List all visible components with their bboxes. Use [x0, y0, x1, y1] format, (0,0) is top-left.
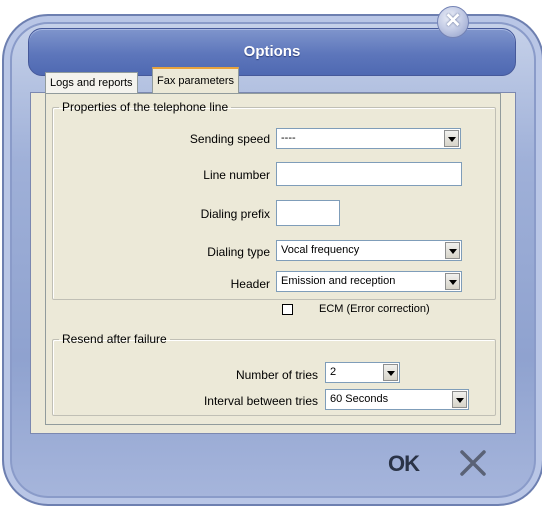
- dialing-type-label: Dialing type: [207, 245, 270, 259]
- interval-value: 60 Seconds: [330, 393, 389, 405]
- close-icon: ✕: [444, 10, 462, 32]
- interval-select[interactable]: 60 Seconds: [325, 389, 469, 410]
- tab-fax-parameters[interactable]: Fax parameters: [152, 67, 240, 93]
- dialing-type-select[interactable]: Vocal frequency: [276, 240, 462, 261]
- number-of-tries-value: 2: [330, 366, 337, 378]
- cancel-button[interactable]: [458, 448, 488, 478]
- ecm-label: ECM (Error correction): [319, 303, 430, 315]
- header-select[interactable]: Emission and reception: [276, 271, 462, 292]
- sending-speed-select[interactable]: ----: [276, 128, 461, 149]
- dialing-prefix-label: Dialing prefix: [200, 207, 270, 221]
- chevron-down-icon[interactable]: [444, 130, 459, 147]
- number-of-tries-select[interactable]: 2: [325, 362, 400, 383]
- dialing-type-value: Vocal frequency: [281, 244, 360, 256]
- sending-speed-value: ----: [281, 132, 296, 144]
- number-of-tries-label: Number of tries: [235, 368, 318, 382]
- options-panel: Logs and reports Fax parameters Properti…: [30, 67, 516, 434]
- title-bar: Options: [28, 28, 516, 76]
- close-x-icon: [460, 450, 486, 476]
- close-window-button[interactable]: ✕: [437, 6, 469, 38]
- line-number-input[interactable]: [276, 162, 462, 186]
- line-number-label: Line number: [203, 168, 270, 182]
- header-label: Header: [230, 277, 270, 291]
- chevron-down-icon[interactable]: [383, 364, 398, 381]
- ecm-checkbox[interactable]: [282, 304, 293, 315]
- chevron-down-icon[interactable]: [452, 391, 467, 408]
- chevron-down-icon[interactable]: [445, 242, 460, 259]
- resend-legend: Resend after failure: [62, 332, 167, 346]
- dialing-prefix-input[interactable]: [276, 200, 340, 226]
- chevron-down-icon[interactable]: [445, 273, 460, 290]
- ok-button[interactable]: OK: [388, 452, 420, 476]
- telephone-line-legend: Properties of the telephone line: [62, 100, 229, 114]
- header-value: Emission and reception: [281, 275, 396, 287]
- interval-label: Interval between tries: [203, 394, 318, 408]
- window-title: Options: [243, 43, 301, 60]
- sending-speed-label: Sending speed: [189, 132, 270, 146]
- tab-logs-and-reports[interactable]: Logs and reports: [45, 72, 138, 93]
- fax-parameters-tab-body: Properties of the telephone line Sending…: [45, 93, 501, 425]
